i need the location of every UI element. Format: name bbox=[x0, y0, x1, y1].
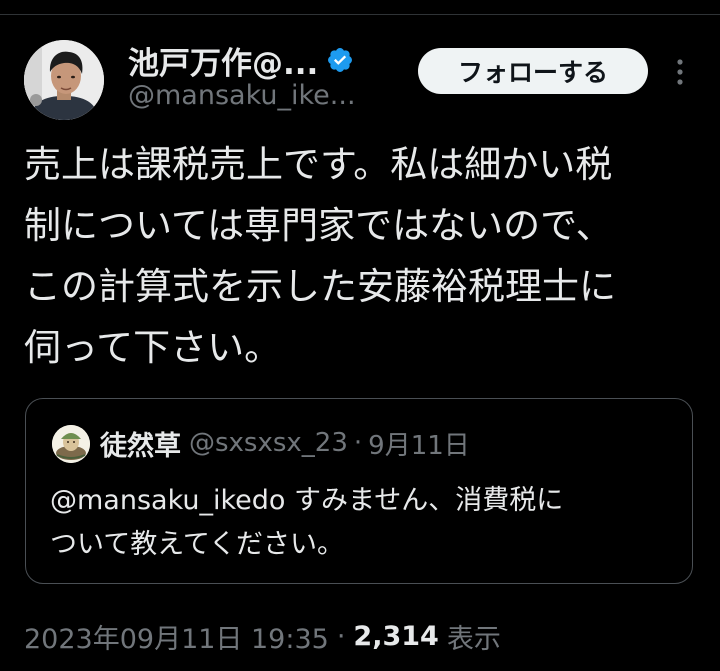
more-options-button[interactable] bbox=[668, 54, 692, 90]
quoted-text-line: @mansaku_ikedo すみません、消費税に bbox=[50, 485, 564, 516]
verified-badge-icon bbox=[326, 46, 354, 74]
quoted-date[interactable]: 9月11日 bbox=[368, 425, 470, 462]
top-divider bbox=[0, 14, 720, 15]
tweet-text: 売上は課税売上です。私は細かい税 制については専門家ではないので、 この計算式を… bbox=[24, 134, 704, 378]
view-count: 2,314 bbox=[353, 620, 439, 652]
quoted-avatar-image bbox=[52, 425, 90, 463]
quoted-tweet-header: 徒然草 @sxsxsx_23 · 9月11日 bbox=[100, 421, 470, 465]
quoted-tweet-card[interactable]: 徒然草 @sxsxsx_23 · 9月11日 @mansaku_ikedo すみ… bbox=[25, 398, 693, 584]
tweet-text-line: 制については専門家ではないので、 bbox=[24, 204, 613, 247]
quoted-separator: · bbox=[353, 428, 363, 458]
quoted-author-handle[interactable]: @sxsxsx_23 bbox=[189, 428, 348, 458]
quoted-text-line: ついて教えてください。 bbox=[50, 529, 345, 560]
author-display-name[interactable]: 池戸万作@... bbox=[128, 38, 318, 83]
follow-button[interactable]: フォローする bbox=[418, 48, 648, 94]
avatar-photo bbox=[24, 40, 104, 120]
tweet-timestamp[interactable]: 2023年09月11日 19:35 bbox=[24, 617, 329, 656]
tweet-text-line: この計算式を示した安藤裕税理士に bbox=[24, 265, 616, 308]
author-name-row: 池戸万作@... bbox=[128, 38, 354, 82]
author-handle[interactable]: @mansaku_ike... bbox=[128, 80, 356, 111]
more-vertical-icon bbox=[677, 59, 683, 85]
author-avatar[interactable] bbox=[24, 40, 104, 120]
quoted-author-avatar[interactable] bbox=[52, 425, 90, 463]
views-label: 表示 bbox=[446, 623, 501, 655]
tweet-text-line: 伺って下さい。 bbox=[24, 326, 282, 369]
tweet-meta-row: 2023年09月11日 19:35 · 2,314 表示 bbox=[24, 614, 501, 658]
quoted-tweet-text: @mansaku_ikedo すみません、消費税に ついて教えてください。 bbox=[50, 479, 680, 567]
meta-separator: · bbox=[336, 620, 346, 652]
tweet-text-line: 売上は課税売上です。私は細かい税 bbox=[24, 143, 613, 186]
quoted-author-name[interactable]: 徒然草 bbox=[100, 424, 181, 463]
